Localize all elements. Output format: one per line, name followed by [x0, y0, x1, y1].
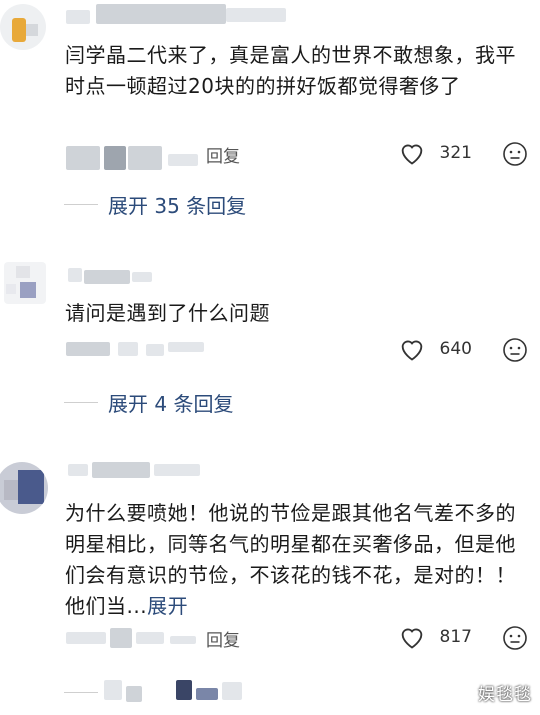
reply-button[interactable]: 回复	[206, 142, 240, 167]
emoji-face-icon[interactable]	[502, 625, 528, 651]
emoji-face-icon[interactable]	[502, 337, 528, 363]
username-redacted[interactable]	[96, 4, 226, 24]
expand-replies-label: 展开 4 条回复	[108, 392, 234, 416]
username-redacted[interactable]	[92, 462, 150, 478]
divider	[64, 204, 98, 205]
expand-replies-label: 展开 35 条回复	[108, 194, 247, 218]
comment-text: 请问是遇到了什么问题	[65, 301, 270, 325]
like-button[interactable]: 640	[398, 336, 472, 362]
like-count: 640	[439, 339, 472, 359]
meta-redacted	[66, 632, 106, 644]
comment-text: 闫学晶二代来了，真是富人的世界不敢想象，我平时点一顿超过20块的的拼好饭都觉得奢…	[65, 43, 516, 98]
like-count: 321	[439, 143, 472, 163]
comment-text-body: 为什么要喷她！他说的节俭是跟其他名气差不多的明星相比，同等名气的明星都在买奢侈品…	[65, 501, 516, 618]
reply-button[interactable]: 回复	[206, 626, 240, 651]
username-redacted[interactable]	[68, 464, 88, 476]
comment-text: 为什么要喷她！他说的节俭是跟其他名气差不多的明星相比，同等名气的明星都在买奢侈品…	[65, 498, 525, 622]
heart-outline-icon	[401, 628, 422, 649]
avatar[interactable]	[4, 262, 46, 304]
heart-outline-icon	[401, 144, 422, 165]
username-redacted[interactable]	[68, 268, 82, 282]
emoji-face-icon[interactable]	[502, 141, 528, 167]
username-redacted[interactable]	[84, 270, 130, 284]
divider	[64, 402, 98, 403]
heart-outline-icon	[401, 340, 422, 361]
expand-replies-button[interactable]: 展开 4 条回复	[64, 388, 233, 417]
meta-redacted	[66, 146, 100, 170]
like-button[interactable]: 817	[398, 624, 472, 650]
expand-text-link[interactable]: 展开	[147, 594, 188, 618]
meta-redacted	[66, 342, 110, 356]
expand-replies-redacted[interactable]	[104, 680, 122, 700]
divider	[64, 692, 98, 693]
like-count: 817	[439, 627, 472, 647]
username-redacted[interactable]	[66, 10, 90, 24]
like-button[interactable]: 321	[398, 140, 472, 166]
expand-replies-button[interactable]: 展开 35 条回复	[64, 190, 246, 219]
watermark: 娱毯毯	[478, 685, 532, 705]
avatar[interactable]	[0, 462, 48, 514]
avatar[interactable]	[0, 4, 46, 50]
